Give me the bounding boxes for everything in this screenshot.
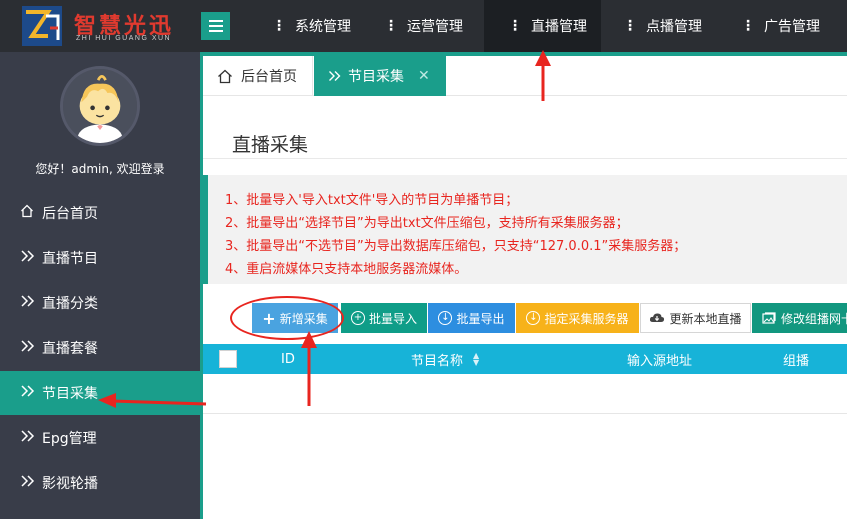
sidebar-item-label: Epg管理 bbox=[42, 431, 97, 447]
sidebar-item-label: 后台首页 bbox=[42, 206, 98, 222]
plus-circle-icon: + bbox=[350, 311, 365, 325]
download-circle-icon: ↓ bbox=[438, 311, 453, 325]
batch-export-button[interactable]: ↓ 批量导出 bbox=[428, 303, 515, 333]
update-local-live-button[interactable]: 更新本地直播 bbox=[640, 303, 751, 333]
image-icon bbox=[762, 312, 776, 324]
sidebar: 您好！admin, 欢迎登录 后台首页 直播节目 直播分类 直播套餐 节目采集 bbox=[0, 52, 200, 519]
notice-line: 3、批量导出“不选节目”为导出数据库压缩包，只支持“127.0.0.1”采集服务… bbox=[225, 239, 687, 254]
assign-capture-server-button[interactable]: ↓ 指定采集服务器 bbox=[516, 303, 639, 333]
home-icon bbox=[218, 69, 232, 83]
logo-mark-icon bbox=[22, 6, 62, 46]
sidebar-item-label: 影视轮播 bbox=[42, 476, 98, 492]
title-divider bbox=[203, 158, 847, 159]
double-chevron-icon bbox=[20, 384, 38, 402]
double-chevron-icon bbox=[20, 474, 38, 492]
logo-subtitle: ZHI HUI GUANG XUN bbox=[76, 35, 172, 42]
hamburger-icon-line bbox=[208, 25, 223, 27]
top-navigation-bar: 智慧光迅 ZHI HUI GUANG XUN ⋮ 系统管理 ⋮ 运营管理 ⋮ 直… bbox=[0, 0, 847, 52]
notice-line: 2、批量导出“选择节目”为导出txt文件压缩包，支持所有采集服务器； bbox=[225, 216, 629, 231]
nav-item-label: 系统管理 bbox=[295, 19, 351, 35]
avatar-face-icon bbox=[63, 69, 137, 143]
cloud-download-icon bbox=[650, 313, 665, 322]
double-chevron-icon bbox=[20, 249, 38, 267]
page-title: 直播采集 bbox=[232, 134, 309, 156]
column-header-label: 节目名称 bbox=[411, 353, 464, 369]
welcome-text: 您好！admin, 欢迎登录 bbox=[35, 162, 165, 176]
button-label: 更新本地直播 bbox=[669, 311, 742, 326]
sidebar-item-live-package[interactable]: 直播套餐 bbox=[0, 326, 200, 370]
annotation-circle bbox=[230, 296, 344, 340]
button-label: 批量导出 bbox=[456, 311, 505, 326]
vertical-dots-icon: ⋮ bbox=[384, 18, 398, 34]
button-label: 批量导入 bbox=[368, 311, 417, 326]
nav-item-ads[interactable]: ⋮ 广告管理 bbox=[717, 0, 834, 52]
close-tab-icon[interactable]: ✕ bbox=[418, 68, 430, 84]
notice-line: 1、批量导入'导入txt文件'导入的节目为单播节目； bbox=[225, 193, 519, 208]
batch-import-button[interactable]: + 批量导入 bbox=[341, 303, 427, 333]
nav-item-label: 广告管理 bbox=[764, 19, 820, 35]
nav-item-system[interactable]: ⋮ 系统管理 bbox=[256, 0, 366, 52]
nav-item-vod[interactable]: ⋮ 点播管理 bbox=[601, 0, 717, 52]
home-icon bbox=[20, 204, 38, 222]
modify-multicast-nic-button[interactable]: 修改组播网卡 bbox=[752, 303, 847, 333]
menu-toggle-button[interactable] bbox=[201, 12, 230, 40]
hamburger-icon-line bbox=[208, 30, 223, 32]
vertical-dots-icon: ⋮ bbox=[272, 18, 286, 34]
avatar[interactable] bbox=[60, 66, 140, 146]
column-header-program-name[interactable]: 节目名称 ▲ ▼ bbox=[411, 344, 479, 374]
sort-icon[interactable]: ▲ ▼ bbox=[473, 352, 479, 367]
column-header-input-source[interactable]: 输入源地址 bbox=[627, 344, 692, 374]
vertical-dots-icon: ⋮ bbox=[741, 18, 755, 34]
download-circle-icon: ↓ bbox=[526, 311, 541, 325]
tab-label: 节目采集 bbox=[348, 69, 404, 85]
tab-accent-strip bbox=[203, 52, 847, 56]
vertical-dots-icon: ⋮ bbox=[623, 18, 637, 34]
annotation-arrow-up bbox=[301, 331, 317, 406]
sidebar-item-film-carousel[interactable]: 影视轮播 bbox=[0, 461, 200, 505]
notice-line: 4、重启流媒体只支持本地服务器流媒体。 bbox=[225, 262, 468, 277]
double-chevron-icon bbox=[329, 71, 341, 81]
sidebar-item-epg[interactable]: Epg管理 bbox=[0, 416, 200, 460]
tab-label: 后台首页 bbox=[241, 69, 297, 85]
select-all-checkbox[interactable] bbox=[219, 350, 237, 368]
column-header-id[interactable]: ID bbox=[281, 344, 295, 374]
page-tabs-bar: 后台首页 节目采集 ✕ bbox=[203, 52, 847, 96]
sidebar-edge-divider bbox=[200, 52, 203, 519]
sidebar-item-live-programs[interactable]: 直播节目 bbox=[0, 236, 200, 280]
hamburger-icon bbox=[208, 20, 223, 22]
annotation-arrow-up bbox=[535, 50, 551, 101]
sidebar-item-home[interactable]: 后台首页 bbox=[0, 191, 200, 235]
sidebar-item-label: 直播套餐 bbox=[42, 341, 98, 357]
annotation-arrow-left bbox=[98, 393, 207, 408]
button-label: 指定采集服务器 bbox=[544, 311, 629, 326]
sidebar-item-label: 直播分类 bbox=[42, 296, 98, 312]
nav-item-label: 直播管理 bbox=[531, 19, 587, 35]
double-chevron-icon bbox=[20, 429, 38, 447]
double-chevron-icon bbox=[20, 294, 38, 312]
tab-program-capture[interactable]: 节目采集 ✕ bbox=[314, 56, 446, 96]
button-label: 修改组播网卡 bbox=[781, 311, 847, 326]
sidebar-item-live-category[interactable]: 直播分类 bbox=[0, 281, 200, 325]
sidebar-item-label: 节目采集 bbox=[42, 386, 98, 402]
nav-item-live[interactable]: ⋮ 直播管理 bbox=[484, 0, 601, 52]
sidebar-item-label: 直播节目 bbox=[42, 251, 98, 267]
nav-item-label: 点播管理 bbox=[646, 19, 702, 35]
notice-box: 1、批量导入'导入txt文件'导入的节目为单播节目； 2、批量导出“选择节目”为… bbox=[203, 175, 847, 284]
tab-home[interactable]: 后台首页 bbox=[203, 56, 313, 96]
column-header-multicast[interactable]: 组播 bbox=[783, 344, 809, 374]
nav-item-label: 运营管理 bbox=[407, 19, 463, 35]
vertical-dots-icon: ⋮ bbox=[508, 18, 522, 34]
double-chevron-icon bbox=[20, 339, 38, 357]
app-logo[interactable]: 智慧光迅 ZHI HUI GUANG XUN bbox=[22, 6, 192, 46]
nav-item-operations[interactable]: ⋮ 运营管理 bbox=[368, 0, 484, 52]
